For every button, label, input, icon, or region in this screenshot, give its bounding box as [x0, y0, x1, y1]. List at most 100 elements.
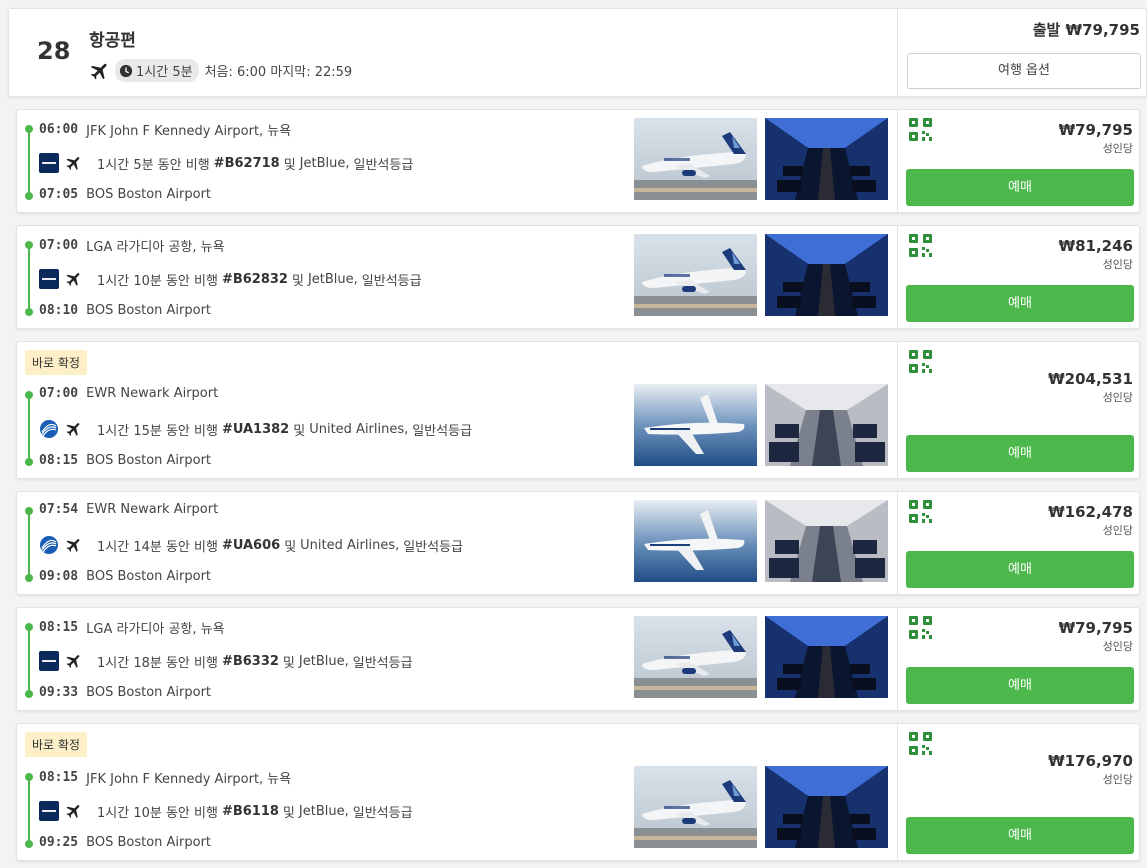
flight-details: 07:54 EWR Newark Airport 1시간 14분 동안 비행 #UA6…: [17, 492, 897, 594]
departure-row: 07:54 EWR Newark Airport: [39, 502, 218, 517]
departure-airport: JFK John F Kennedy Airport, 뉴욕: [86, 124, 292, 139]
timeline-dot-departure: [25, 241, 33, 249]
departure-row: 07:00 LGA 라가디아 공항, 뉴욕: [39, 236, 225, 255]
flight-info-row: 1시간 15분 동안 비행 #UA1382 및 United Airlines, 일반석…: [39, 419, 472, 439]
departure-time: 07:00: [39, 386, 79, 401]
aircraft-photo[interactable]: [634, 234, 757, 316]
flight-conj: 및: [282, 655, 295, 671]
flight-card[interactable]: 07:00 LGA 라가디아 공항, 뉴욕 1시간 10분 동안 비행 #B62832…: [16, 225, 1140, 329]
per-adult-label: 성인당: [1102, 773, 1133, 786]
qr-code-icon[interactable]: [909, 118, 932, 141]
cabin-photo[interactable]: [765, 118, 888, 200]
flight-duration: 1시간 14분 동안 비행: [97, 539, 218, 555]
jetblue-logo: [39, 153, 59, 173]
flight-booking-panel: ₩162,478 성인당 예매: [897, 492, 1141, 594]
timeline-dot-arrival: [25, 840, 33, 848]
arrival-time: 08:10: [39, 303, 79, 318]
aircraft-photo[interactable]: [634, 384, 757, 466]
arrival-time: 07:05: [39, 187, 79, 202]
arrival-airport: BOS Boston Airport: [86, 685, 212, 700]
cabin-photo[interactable]: [765, 500, 888, 582]
per-adult-label: 성인당: [1102, 391, 1133, 404]
departure-airport: LGA 라가디아 공항, 뉴욕: [86, 622, 225, 637]
flight-details: 07:00 LGA 라가디아 공항, 뉴욕 1시간 10분 동안 비행 #B62832…: [17, 226, 897, 328]
departure-row: 06:00 JFK John F Kennedy Airport, 뉴욕: [39, 120, 291, 139]
book-button[interactable]: 예매: [906, 667, 1134, 704]
route-timeline: [28, 245, 30, 312]
results-title: 항공편: [89, 31, 136, 51]
flight-details: 08:15 LGA 라가디아 공항, 뉴욕 1시간 18분 동안 비행 #B6332 및…: [17, 608, 897, 710]
book-button[interactable]: 예매: [906, 551, 1134, 588]
flight-number: #B62718: [213, 155, 280, 171]
arrival-row: 08:15 BOS Boston Airport: [39, 453, 211, 468]
flight-booking-panel: ₩204,531 성인당 예매: [897, 342, 1141, 478]
departure-time: 08:15: [39, 770, 79, 785]
qr-code-icon[interactable]: [909, 616, 932, 639]
instant-confirm-badge: 바로 확정: [25, 732, 87, 757]
qr-code-icon[interactable]: [909, 234, 932, 257]
book-button[interactable]: 예매: [906, 169, 1134, 206]
aircraft-photo[interactable]: [634, 616, 757, 698]
duration-text: 1시간 5분: [136, 65, 193, 80]
flight-price: ₩79,795: [1058, 121, 1133, 139]
flight-number: #UA1382: [221, 421, 290, 437]
flight-card[interactable]: 08:15 LGA 라가디아 공항, 뉴욕 1시간 18분 동안 비행 #B6332 및…: [16, 607, 1140, 711]
flight-info-row: 1시간 10분 동안 비행 #B6118 및 JetBlue, 일반석등급: [39, 801, 413, 821]
flight-info-row: 1시간 10분 동안 비행 #B62832 및 JetBlue, 일반석등급: [39, 269, 422, 289]
book-button[interactable]: 예매: [906, 817, 1134, 854]
flight-number: #B6118: [221, 803, 279, 819]
departure-airport: JFK John F Kennedy Airport, 뉴욕: [86, 772, 292, 787]
cabin-photo[interactable]: [765, 766, 888, 848]
cabin-photo[interactable]: [765, 234, 888, 316]
cabin-photo[interactable]: [765, 384, 888, 466]
departure-airport: EWR Newark Airport: [86, 502, 219, 517]
jetblue-logo: [39, 269, 59, 289]
flight-number: #B6332: [221, 653, 279, 669]
qr-code-icon[interactable]: [909, 500, 932, 523]
results-meta: 1시간 5분 처음: 6:00 마지막: 22:59: [89, 59, 352, 82]
arrival-time: 09:08: [39, 569, 79, 584]
book-button[interactable]: 예매: [906, 285, 1134, 322]
timeline-dot-departure: [25, 507, 33, 515]
aircraft-photo[interactable]: [634, 766, 757, 848]
flight-number: #B62832: [221, 271, 288, 287]
flight-number: #UA606: [221, 537, 281, 553]
book-button[interactable]: 예매: [906, 435, 1134, 472]
route-timeline: [28, 627, 30, 694]
united-logo: [39, 419, 59, 439]
flight-booking-panel: ₩81,246 성인당 예매: [897, 226, 1141, 328]
results-header: 28 항공편 1시간 5분 처음: 6:00 마지막: 22:59 출발 ₩79…: [8, 8, 1147, 98]
airline-name: JetBlue,: [298, 653, 349, 669]
departure-time: 08:15: [39, 620, 79, 635]
flight-price: ₩79,795: [1058, 619, 1133, 637]
arrival-airport: BOS Boston Airport: [86, 569, 212, 584]
flight-price: ₩81,246: [1058, 237, 1133, 255]
qr-code-icon[interactable]: [909, 732, 932, 755]
clock-icon: [119, 64, 133, 77]
first-last-text: 처음: 6:00 마지막: 22:59: [204, 65, 353, 80]
cabin-class: 일반석등급: [352, 805, 413, 821]
departure-row: 07:00 EWR Newark Airport: [39, 386, 218, 401]
plane-icon: [66, 157, 80, 170]
route-timeline: [28, 395, 30, 462]
trip-options-button[interactable]: 여행 옵션: [907, 53, 1141, 89]
flight-card[interactable]: 바로 확정 07:00 EWR Newark Airport 1시간 15분 동안 비…: [16, 341, 1140, 479]
plane-icon: [66, 539, 80, 552]
departure-time: 07:00: [39, 238, 79, 253]
qr-code-icon[interactable]: [909, 350, 932, 373]
flight-card[interactable]: 바로 확정 08:15 JFK John F Kennedy Airport, 뉴욕…: [16, 723, 1140, 861]
flight-card[interactable]: 07:54 EWR Newark Airport 1시간 14분 동안 비행 #UA6…: [16, 491, 1140, 595]
arrival-airport: BOS Boston Airport: [86, 187, 212, 202]
cabin-photo[interactable]: [765, 616, 888, 698]
aircraft-photo[interactable]: [634, 500, 757, 582]
flight-card[interactable]: 06:00 JFK John F Kennedy Airport, 뉴욕 1시간 5…: [16, 109, 1140, 213]
aircraft-photo[interactable]: [634, 118, 757, 200]
airline-name: United Airlines,: [309, 421, 409, 437]
flight-info-row: 1시간 18분 동안 비행 #B6332 및 JetBlue, 일반석등급: [39, 651, 413, 671]
arrival-airport: BOS Boston Airport: [86, 835, 212, 850]
result-count: 28: [37, 37, 71, 65]
timeline-dot-departure: [25, 773, 33, 781]
per-adult-label: 성인당: [1102, 640, 1133, 653]
results-price-panel: 출발 ₩79,795 여행 옵션: [897, 9, 1147, 98]
departure-airport: EWR Newark Airport: [86, 386, 219, 401]
